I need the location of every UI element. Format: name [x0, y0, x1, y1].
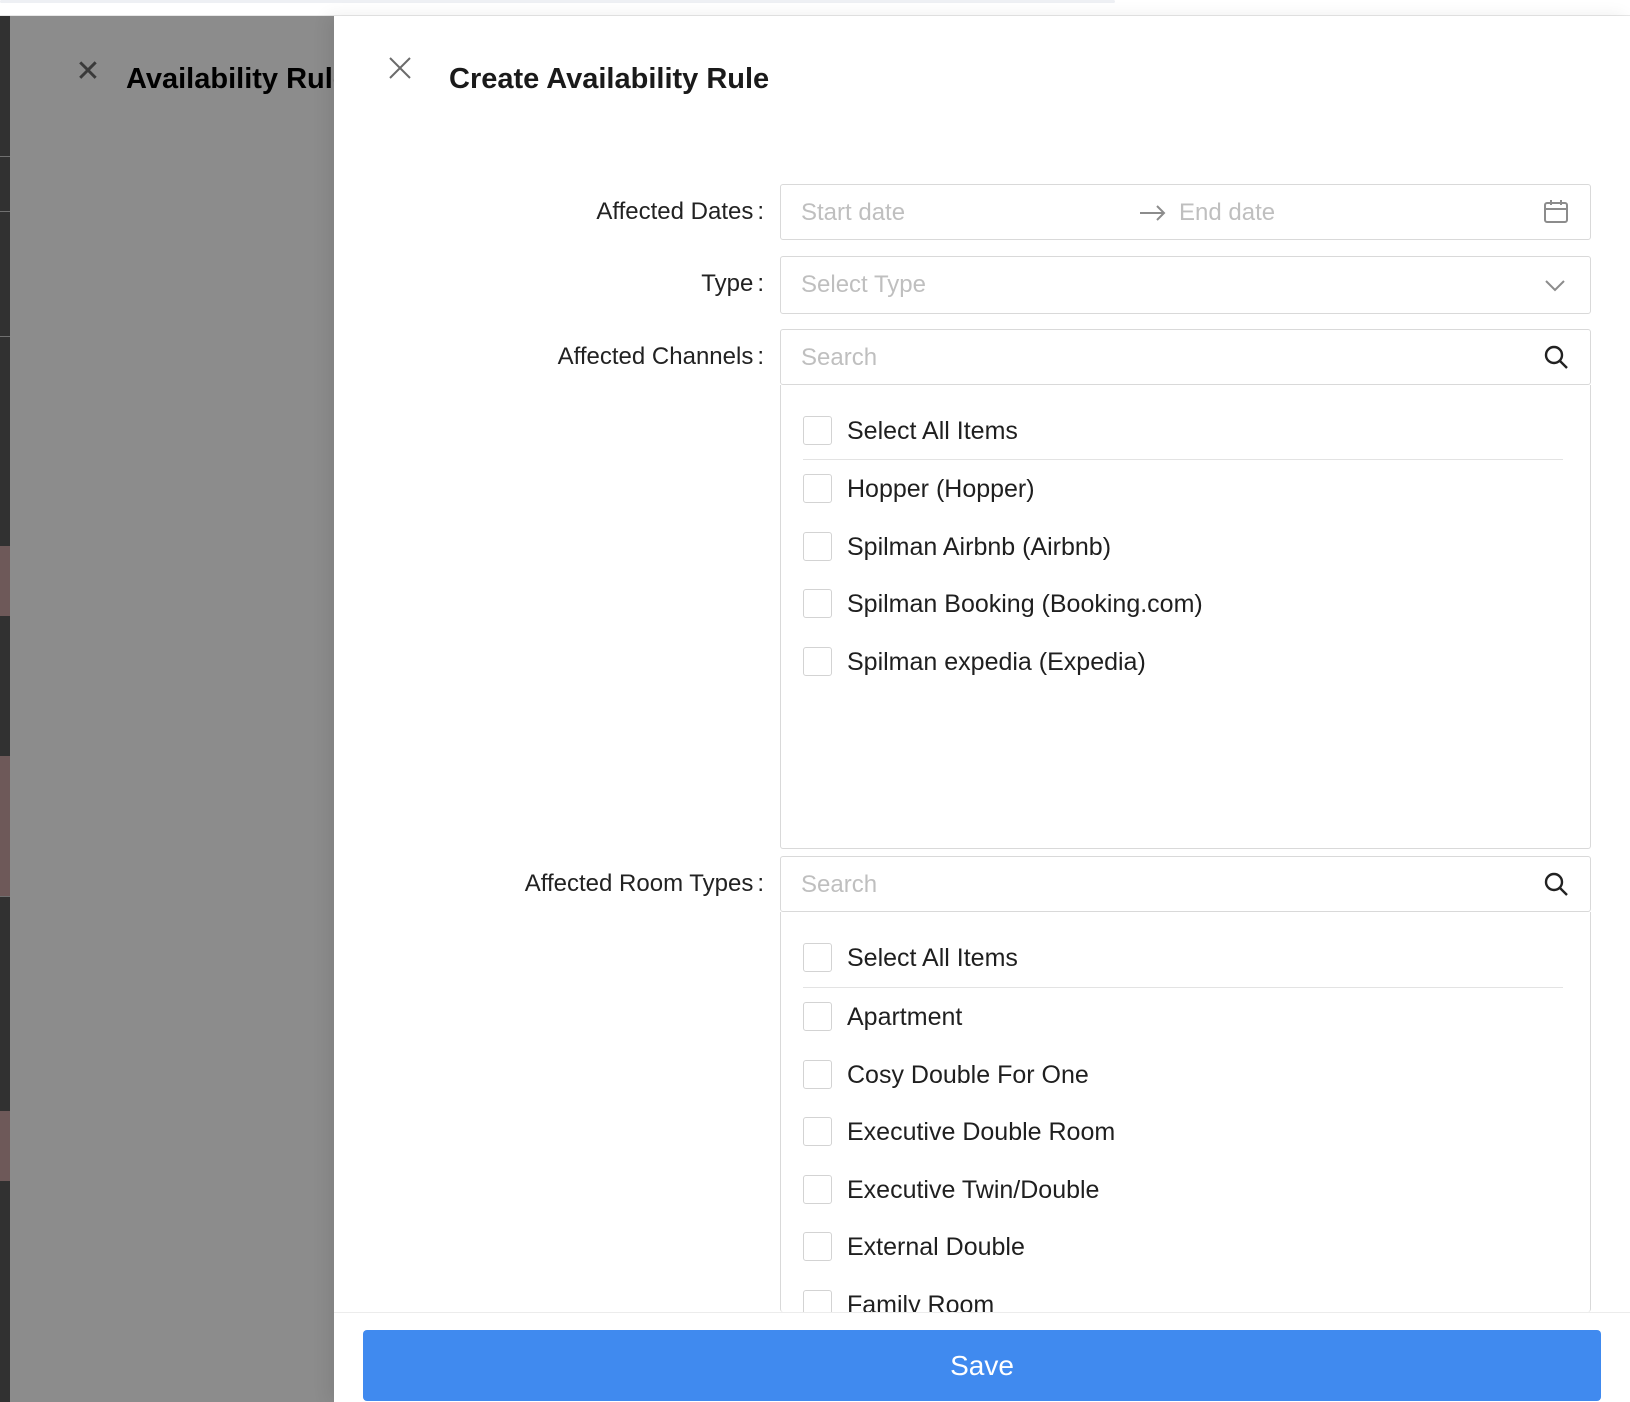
select-all-label: Select All Items [847, 944, 1018, 972]
room-type-item-label: Executive Double Room [847, 1118, 1116, 1146]
channels-label: Affected Channels: [558, 343, 764, 371]
dates-label-colon: : [757, 198, 764, 225]
room-types-select-all[interactable]: Select All Items [803, 938, 1563, 978]
checkbox[interactable] [803, 474, 832, 503]
checkbox[interactable] [803, 416, 832, 445]
channel-item-label: Spilman Airbnb (Airbnb) [847, 533, 1112, 561]
outer-drawer-mask[interactable] [10, 16, 340, 1402]
checkbox[interactable] [803, 943, 832, 972]
checkbox[interactable] [803, 1060, 832, 1089]
room-type-item-executive-double[interactable]: Executive Double Room [803, 1112, 1563, 1152]
channels-search-input[interactable]: Search [801, 344, 877, 372]
outer-drawer: ✕ Availability Rule [10, 16, 349, 1402]
checkbox[interactable] [803, 1002, 832, 1031]
horizontal-scrollbar[interactable] [0, 0, 1115, 3]
room-types-label-colon: : [757, 870, 764, 897]
channel-item-booking[interactable]: Spilman Booking (Booking.com) [803, 584, 1563, 624]
checkbox[interactable] [803, 1175, 832, 1204]
type-label-colon: : [757, 270, 764, 297]
channel-item-expedia[interactable]: Spilman expedia (Expedia) [803, 642, 1563, 682]
chevron-down-icon [1543, 273, 1571, 301]
channels-select-all[interactable]: Select All Items [803, 411, 1563, 451]
room-type-item-cosy-double[interactable]: Cosy Double For One [803, 1055, 1563, 1095]
type-select-placeholder: Select Type [801, 271, 926, 298]
channel-item-label: Spilman Booking (Booking.com) [847, 590, 1203, 618]
checkbox[interactable] [803, 647, 832, 676]
search-icon[interactable] [1543, 344, 1571, 372]
top-strip [0, 0, 1630, 16]
channel-item-label: Spilman expedia (Expedia) [847, 648, 1146, 676]
channel-item-airbnb[interactable]: Spilman Airbnb (Airbnb) [803, 527, 1563, 567]
channels-search-field[interactable]: Search [780, 329, 1591, 385]
room-type-item-label: Executive Twin/Double [847, 1176, 1100, 1204]
room-type-item-label: Cosy Double For One [847, 1061, 1089, 1089]
search-icon[interactable] [1543, 871, 1571, 899]
start-date-input[interactable]: Start date [801, 199, 905, 227]
channel-item-label: Hopper (Hopper) [847, 475, 1035, 503]
channels-list: Select All Items Hopper (Hopper) Spilman… [780, 385, 1591, 849]
create-rule-drawer: Create Availability Rule Affected Dates:… [334, 16, 1630, 1402]
dates-label-text: Affected Dates [596, 198, 754, 225]
type-label-text: Type [701, 270, 754, 297]
type-select[interactable]: Select Type [780, 256, 1591, 314]
select-all-label: Select All Items [847, 417, 1018, 445]
room-type-item-label: Apartment [847, 1003, 963, 1031]
dates-label: Affected Dates: [596, 198, 764, 226]
room-types-list: Select All Items Apartment Cosy Double F… [780, 912, 1591, 1319]
room-types-label: Affected Room Types: [525, 870, 764, 898]
checkbox[interactable] [803, 589, 832, 618]
room-type-item-external-double[interactable]: External Double [803, 1227, 1563, 1267]
drawer-title: Create Availability Rule [449, 63, 770, 95]
channel-item-hopper[interactable]: Hopper (Hopper) [803, 469, 1563, 509]
room-types-search-input[interactable]: Search [801, 871, 877, 899]
date-range-picker[interactable]: Start date End date [780, 184, 1591, 240]
room-type-item-executive-twin[interactable]: Executive Twin/Double [803, 1170, 1563, 1210]
end-date-input[interactable]: End date [1179, 199, 1275, 227]
close-icon[interactable] [380, 48, 420, 88]
channels-label-colon: : [757, 343, 764, 370]
room-type-item-apartment[interactable]: Apartment [803, 997, 1563, 1037]
checkbox[interactable] [803, 532, 832, 561]
save-button[interactable]: Save [363, 1330, 1601, 1401]
drawer-header: Create Availability Rule [334, 16, 1630, 116]
room-types-label-text: Affected Room Types [524, 870, 754, 897]
room-types-search-field[interactable]: Search [780, 856, 1591, 912]
list-divider [803, 459, 1563, 460]
checkbox[interactable] [803, 1117, 832, 1146]
drawer-footer: Save [334, 1312, 1630, 1402]
room-type-item-label: External Double [847, 1233, 1025, 1261]
list-divider [803, 987, 1563, 988]
calendar-icon[interactable] [1543, 199, 1571, 227]
checkbox[interactable] [803, 1232, 832, 1261]
arrow-right-icon [1138, 199, 1170, 227]
type-label: Type: [701, 270, 764, 298]
channels-label-text: Affected Channels [557, 343, 754, 370]
